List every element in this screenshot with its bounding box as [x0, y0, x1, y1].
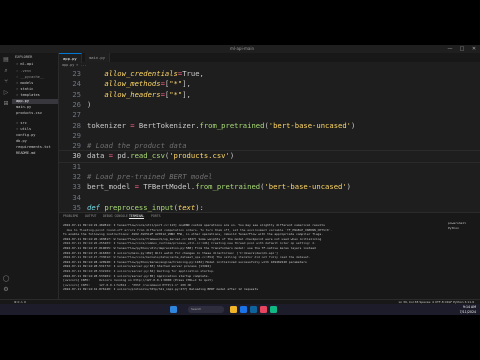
- minimize-button[interactable]: —: [444, 45, 456, 53]
- tree-item[interactable]: › __pycache__: [16, 75, 44, 80]
- vscode-icon[interactable]: [250, 306, 257, 313]
- code-line[interactable]: def preprocess_input(text):: [87, 203, 204, 212]
- sidebar-header: EXPLORER: [15, 55, 33, 59]
- terminal-line: 2024-07-11 09:14:27.019655: W tensorflow…: [63, 246, 316, 250]
- panel-tab-debug-console[interactable]: DEBUG CONSOLE: [103, 214, 128, 218]
- terminal-line: 2024-07-11 09:14:41.876120: I uvicorn/pr…: [63, 287, 259, 292]
- taskbar-search[interactable]: Search: [188, 306, 224, 313]
- bottom-panel: PROBLEMS OUTPUT DEBUG CONSOLE TERMINAL PORTS…: [59, 212, 480, 300]
- line-number: 32: [72, 172, 81, 181]
- code-line[interactable]: data = pd.read_csv('products.csv'): [87, 151, 234, 160]
- terminal-line: 2024-07-11 09:14:26.103817: W tensorflow…: [63, 236, 322, 241]
- tree-item[interactable]: README.md: [16, 151, 35, 156]
- explorer-icon[interactable]: ▤: [2, 56, 10, 64]
- app-icon[interactable]: [270, 306, 277, 313]
- tree-item[interactable]: › .venv: [16, 69, 31, 74]
- tree-item[interactable]: › src: [16, 121, 27, 126]
- search-icon[interactable]: ⌕: [2, 67, 10, 75]
- terminal-line: [uvicorn] INFO: 127.0.0.1:52814 - "POST …: [63, 282, 192, 287]
- line-number: 34: [72, 192, 81, 202]
- code-line[interactable]: bert_model = TFBertModel.from_pretrained…: [87, 182, 351, 191]
- tree-item[interactable]: products.csv: [16, 111, 42, 116]
- tab-app-py[interactable]: app.py: [59, 53, 82, 63]
- close-button[interactable]: ✕: [468, 45, 480, 53]
- code-line[interactable]: allow_methods=["*"],: [87, 79, 191, 88]
- line-number: 31: [72, 161, 81, 171]
- clock-time: 9:14 AM: [462, 305, 476, 309]
- code-line[interactable]: allow_credentials=True,: [87, 69, 204, 78]
- panel-tab-problems[interactable]: PROBLEMS: [63, 214, 78, 218]
- extensions-icon[interactable]: ⊞: [2, 100, 10, 108]
- terminal-line: [uvicorn] INFO: Uvicorn running on http:…: [63, 278, 213, 283]
- terminal-python[interactable]: Python: [448, 226, 459, 230]
- tree-item[interactable]: config.py: [16, 133, 35, 138]
- line-number: 30: [72, 151, 81, 161]
- settings-gear-icon[interactable]: ⚙: [2, 286, 10, 294]
- run-debug-icon[interactable]: ▷: [2, 89, 10, 97]
- activity-bar: ▤ ⌕ ⑂ ▷ ⊞ ◯ ⚙: [0, 53, 12, 299]
- tree-item[interactable]: › models: [16, 81, 33, 86]
- panel-tabs: PROBLEMS OUTPUT DEBUG CONSOLE TERMINAL PORTS: [59, 213, 480, 220]
- account-icon[interactable]: ◯: [2, 275, 10, 283]
- app-icon[interactable]: [260, 306, 267, 313]
- line-number: 28: [72, 120, 81, 130]
- terminal-line: To enable the following instructions: AV…: [63, 232, 324, 237]
- tree-item[interactable]: › utils: [16, 127, 31, 132]
- code-line[interactable]: # Load pre-trained BERT model: [87, 172, 213, 181]
- window-title: ml-api-main: [230, 46, 254, 51]
- line-number: 33: [72, 182, 81, 192]
- line-number: 23: [72, 69, 81, 78]
- terminal-line: 2024-07-11 09:14:28.531772: I uvicorn/se…: [63, 264, 212, 269]
- terminal-line: 2024-07-11 09:14:27.733012: W tensorflow…: [63, 255, 311, 260]
- terminal-line: 2024-07-11 09:14:28.533201: I uvicorn/se…: [63, 273, 210, 278]
- desktop-screen: ml-api-main — □ ✕ ▤ ⌕ ⑂ ▷ ⊞ ◯ ⚙ EXPLORER…: [0, 45, 480, 315]
- editor-tabs: app.py main.py: [59, 53, 480, 63]
- line-number: 35: [72, 202, 81, 212]
- panel-tab-output[interactable]: OUTPUT: [85, 214, 97, 218]
- code-line[interactable]: # Load the product data: [87, 141, 187, 150]
- line-number: 29: [72, 141, 81, 151]
- tree-item[interactable]: requirements.txt: [16, 145, 51, 150]
- line-number: 26: [72, 99, 81, 109]
- source-control-icon[interactable]: ⑂: [2, 78, 10, 86]
- tree-item[interactable]: › ml-api: [16, 62, 33, 67]
- windows-taskbar: Search 9:14 AM 7/11/2024: [0, 304, 480, 315]
- tree-item[interactable]: › templates: [16, 93, 40, 98]
- explorer-sidebar: EXPLORER › ml-api › .venv › __pycache__ …: [12, 53, 59, 299]
- line-number: 29: [72, 130, 81, 140]
- terminal-line: 2024-07-11 09:14:28.532104: I uvicorn/se…: [63, 269, 215, 273]
- terminal-line: 2024-07-11 09:14:27.416302: I uvicorn/ma…: [63, 250, 278, 255]
- line-number: 27: [72, 110, 81, 120]
- tree-item[interactable]: main.py: [16, 105, 31, 110]
- terminal-powershell[interactable]: powershell: [448, 221, 466, 225]
- code-editor[interactable]: 23 allow_credentials=True, 24 allow_metho…: [59, 67, 480, 222]
- terminal-line: 2024-07-11 09:14:28.120948: I tensorflow…: [63, 259, 307, 264]
- clock-date: 7/11/2024: [459, 309, 476, 314]
- panel-tab-ports[interactable]: PORTS: [151, 214, 161, 218]
- panel-tab-terminal[interactable]: TERMINAL: [129, 214, 145, 219]
- tree-item[interactable]: db.py: [16, 139, 27, 144]
- code-line[interactable]: tokenizer = BertTokenizer.from_pretraine…: [87, 121, 355, 130]
- tab-main-py[interactable]: main.py: [85, 53, 111, 62]
- taskbar-clock[interactable]: 9:14 AM 7/11/2024: [460, 305, 476, 314]
- code-line[interactable]: ): [87, 100, 91, 109]
- terminal-line: 2024-07-11 09:14:22.482814: I tensorflow…: [63, 223, 325, 227]
- line-number: 24: [72, 79, 81, 89]
- terminal-line: 2024-07-11 09:14:26.255203: I tensorflow…: [63, 241, 316, 246]
- file-explorer-icon[interactable]: [230, 306, 237, 313]
- browser-icon[interactable]: [240, 306, 247, 313]
- tree-item[interactable]: › static: [16, 87, 33, 92]
- terminal-line: due to floating-point round-off errors f…: [63, 227, 333, 232]
- maximize-button[interactable]: □: [456, 45, 468, 53]
- tree-item-selected[interactable]: app.py: [12, 99, 58, 104]
- code-line[interactable]: allow_headers=["*"],: [87, 90, 191, 99]
- line-number: 25: [72, 89, 81, 99]
- start-icon[interactable]: [170, 306, 177, 313]
